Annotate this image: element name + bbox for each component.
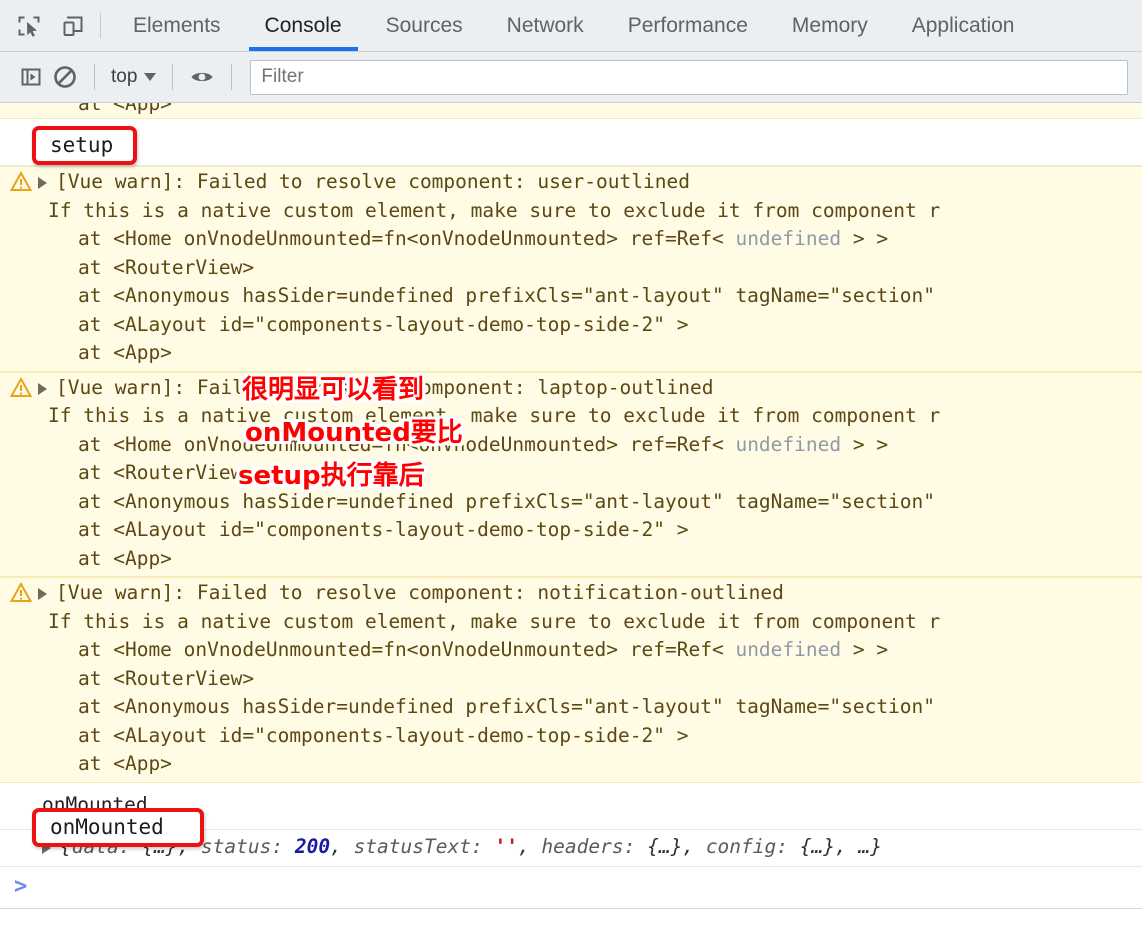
warning-head: [Vue warn]: Failed to resolve component:… — [0, 168, 1142, 197]
console-message-list[interactable]: at <App> setup [Vue warn]: Failed to res… — [0, 103, 1142, 932]
annotation-cn-line-2: onMounted要比 — [245, 418, 463, 448]
tab-memory[interactable]: Memory — [770, 0, 890, 51]
annotation-box-setup: setup — [32, 126, 137, 165]
stack-line: at <Home onVnodeUnmounted=fn<onVnodeUnmo… — [78, 227, 889, 250]
warning-message: [Vue warn]: Failed to resolve component:… — [56, 170, 690, 193]
devtools-tabs: Elements Console Sources Network Perform… — [111, 0, 1142, 51]
console-toolbar: top — [0, 52, 1142, 103]
devtools-tabbar: Elements Console Sources Network Perform… — [0, 0, 1142, 52]
execution-context-selector[interactable]: top — [107, 66, 160, 88]
log-text: setup — [0, 120, 1142, 162]
stack-line: at <App> — [78, 103, 172, 115]
warning-triangle-icon — [10, 582, 32, 602]
warning-triangle-icon — [10, 376, 32, 397]
console-message-warning[interactable]: [Vue warn]: Failed to resolve component:… — [0, 371, 1142, 577]
stack-line: at <RouterView> — [78, 666, 255, 690]
stack-line: at <ALayout id="components-layout-demo-t… — [78, 518, 689, 541]
tab-console[interactable]: Console — [243, 0, 364, 51]
console-prompt-row[interactable]: > — [0, 867, 1142, 909]
stack-line: at <RouterView> — [78, 255, 255, 279]
annotation-cn-line-3: setup执行靠后 — [238, 461, 425, 491]
tabbar-divider — [100, 13, 101, 38]
tab-performance[interactable]: Performance — [606, 0, 770, 51]
stack-line: at <Home onVnodeUnmounted=fn<onVnodeUnmo… — [78, 638, 889, 661]
expand-arrow-icon[interactable] — [38, 383, 52, 395]
stack-line: at <Home onVnodeUnmounted=fn<onVnodeUnmo… — [78, 432, 889, 456]
warning-head: [Vue warn]: Failed to resolve component:… — [0, 579, 1142, 608]
tab-network[interactable]: Network — [485, 0, 606, 51]
inspect-element-icon[interactable] — [14, 11, 44, 41]
warning-detail: If this is a native custom element, make… — [48, 609, 941, 633]
tab-application[interactable]: Application — [890, 0, 1037, 51]
filter-input[interactable] — [250, 59, 1128, 95]
undefined-token: undefined — [735, 227, 842, 250]
execution-context-label: top — [111, 66, 138, 87]
warning-detail: If this is a native custom element, make… — [48, 198, 941, 222]
warning-triangle-icon — [10, 171, 32, 191]
console-message-warning[interactable]: [Vue warn]: Failed to resolve component:… — [0, 166, 1142, 372]
annotation-cn-line-1: 很明显可以看到 — [242, 375, 425, 405]
stack-line: at <Anonymous hasSider=undefined prefixC… — [78, 284, 936, 307]
stack-line: at <Anonymous hasSider=undefined prefixC… — [78, 695, 936, 718]
tab-elements[interactable]: Elements — [111, 0, 243, 51]
stack-line: at <App> — [78, 546, 172, 570]
chevron-down-icon — [144, 73, 157, 81]
stack-line: at <Anonymous hasSider=undefined prefixC… — [78, 489, 936, 513]
console-sidebar-toggle-icon[interactable] — [14, 60, 48, 94]
toolbar-divider-3 — [231, 64, 233, 90]
undefined-token: undefined — [735, 638, 842, 661]
console-message-setup[interactable]: setup — [0, 119, 1142, 166]
tab-sources[interactable]: Sources — [364, 0, 485, 51]
console-message-clipped: at <App> — [0, 103, 1142, 119]
toolbar-divider-1 — [94, 64, 95, 90]
device-toolbar-icon[interactable] — [58, 11, 88, 41]
stack-line: at <ALayout id="components-layout-demo-t… — [78, 723, 689, 747]
stack-line: at <RouterView> — [78, 461, 255, 484]
expand-arrow-icon[interactable] — [38, 177, 52, 189]
expand-arrow-icon[interactable] — [38, 588, 52, 600]
stack-line: at <App> — [78, 752, 172, 775]
status-value: 200 — [294, 834, 331, 858]
toolbar-divider-2 — [172, 64, 174, 90]
stack-line: at <App> — [78, 341, 172, 364]
live-expression-eye-icon[interactable] — [185, 60, 219, 94]
warning-detail: If this is a native custom element, make… — [48, 404, 941, 427]
stack-line: at <ALayout id="components-layout-demo-t… — [78, 312, 689, 336]
console-message-warning[interactable]: [Vue warn]: Failed to resolve component:… — [0, 577, 1142, 783]
annotation-box-onmounted-label: onMounted — [50, 815, 164, 840]
undefined-token: undefined — [735, 432, 842, 456]
statustext-value: '' — [494, 834, 518, 858]
annotation-box-onmounted: onMounted — [32, 808, 204, 847]
clear-console-icon[interactable] — [48, 60, 82, 94]
devtools-tool-icons — [0, 0, 96, 51]
warning-message: [Vue warn]: Failed to resolve component:… — [56, 581, 784, 604]
warning-head: [Vue warn]: Failed to resolve component:… — [0, 374, 1142, 403]
prompt-caret-icon: > — [14, 874, 28, 900]
annotation-box-setup-label: setup — [50, 133, 114, 158]
